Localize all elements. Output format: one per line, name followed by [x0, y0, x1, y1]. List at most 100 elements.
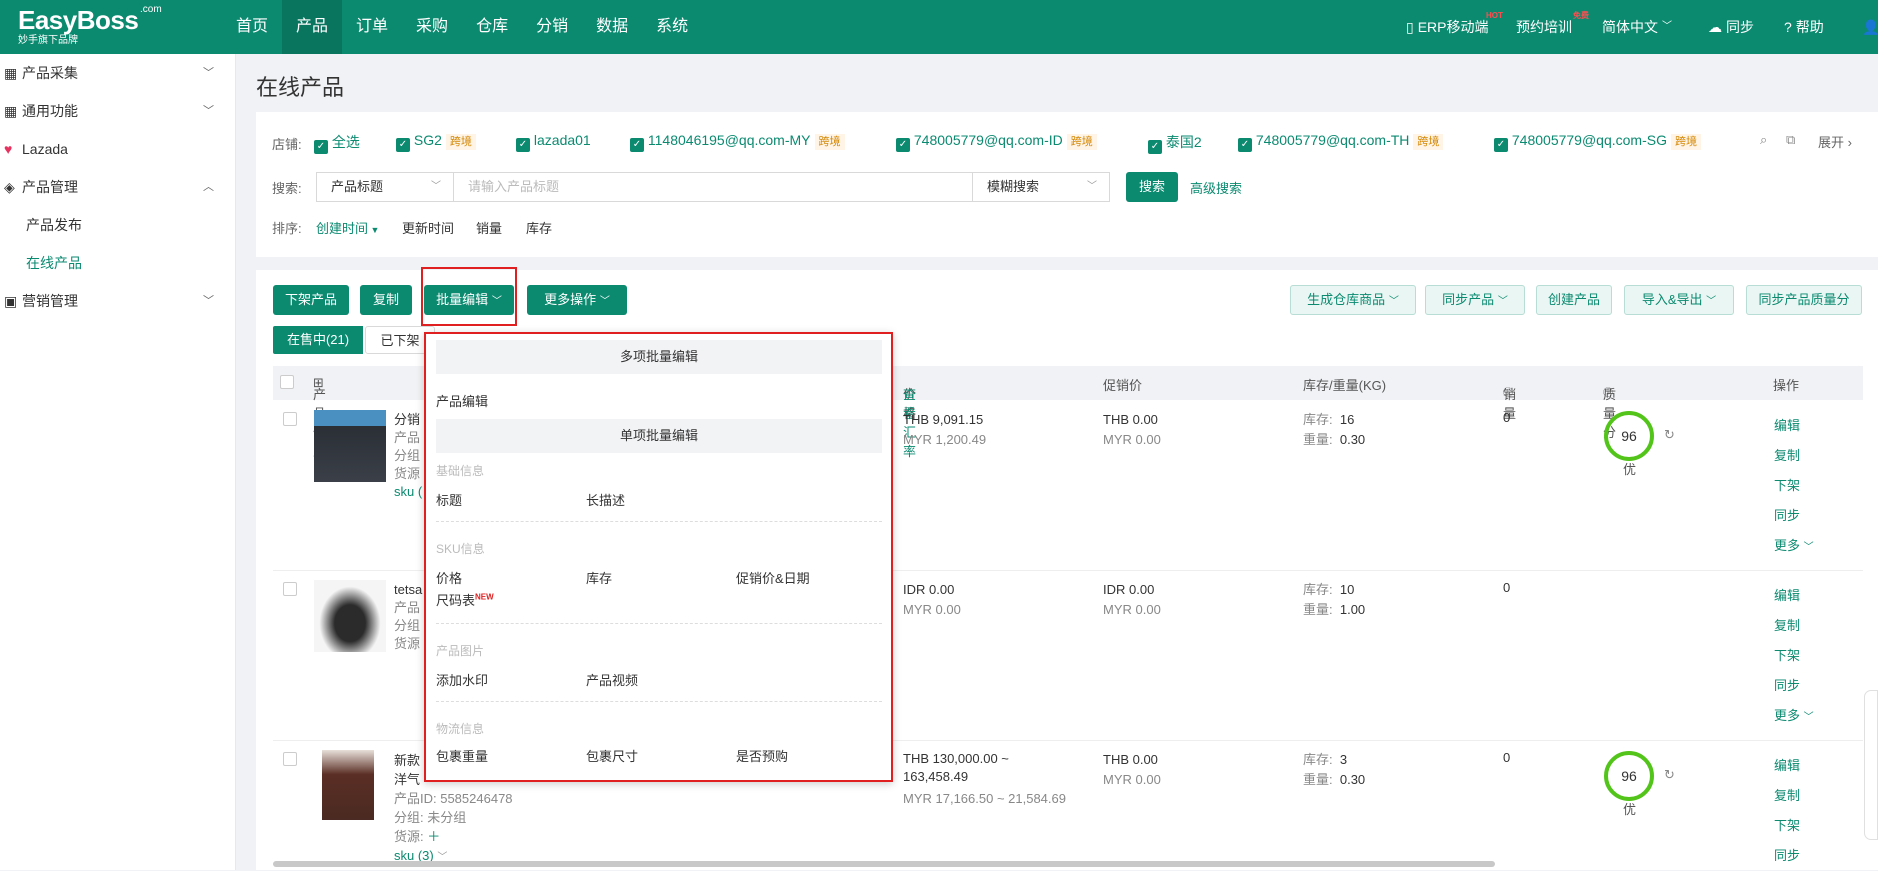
product-title[interactable]: 分销: [394, 411, 422, 429]
sidebar-item-publish[interactable]: 产品发布: [0, 206, 236, 244]
user-icon[interactable]: 👤: [1862, 0, 1878, 54]
tab-on-sale[interactable]: 在售中(21): [273, 326, 363, 354]
store-name: 748005779@qq.com-SG: [1511, 132, 1667, 148]
nav-purchase[interactable]: 采购: [402, 0, 462, 54]
sidebar-item-collect[interactable]: ▦ 产品采集 ﹀: [0, 54, 236, 92]
store-item[interactable]: ✓ 748005779@qq.com-ID 跨境: [896, 132, 1097, 152]
advanced-search-link[interactable]: 高级搜索: [1190, 178, 1242, 197]
store-item[interactable]: ✓ SG2 跨境: [396, 132, 476, 152]
header-checkbox[interactable]: [280, 375, 294, 389]
product-edit-item[interactable]: 产品编辑: [436, 391, 488, 410]
language-select[interactable]: 简体中文 ﹀: [1602, 0, 1672, 54]
sidebar-item-lazada[interactable]: ♥ Lazada: [0, 130, 236, 168]
search-button[interactable]: 搜索: [1126, 172, 1178, 202]
edit-stock-item[interactable]: 库存: [586, 568, 612, 587]
edit-price-item[interactable]: 价格: [436, 568, 462, 587]
sync-link[interactable]: ☁ 同步: [1708, 0, 1754, 54]
training-link[interactable]: 预约培训: [1516, 0, 1572, 54]
delist-button[interactable]: 下架产品: [273, 285, 349, 315]
store-select-all[interactable]: ✓ 全选: [314, 132, 360, 154]
help-link[interactable]: ? 帮助: [1784, 0, 1824, 54]
search-mode-select[interactable]: 模糊搜索 ﹀: [972, 172, 1110, 202]
promo-secondary: MYR 0.00: [1103, 432, 1161, 447]
sku-toggle[interactable]: sku (: [394, 483, 422, 501]
edit-promo-date-item[interactable]: 促销价&日期: [736, 568, 810, 587]
store-name: 748005779@qq.com-ID: [913, 132, 1063, 148]
delist-link[interactable]: 下架: [1774, 471, 1814, 501]
nav-order[interactable]: 订单: [342, 0, 402, 54]
nav-data[interactable]: 数据: [582, 0, 642, 54]
copy-link[interactable]: 复制: [1774, 611, 1814, 641]
nav-product[interactable]: 产品: [282, 0, 343, 54]
import-export-button[interactable]: 导入&导出 ﹀: [1624, 285, 1734, 315]
edit-size-chart-item[interactable]: 尺码表NEW: [436, 590, 494, 609]
edit-link[interactable]: 编辑: [1774, 581, 1814, 611]
copy-icon[interactable]: ⧉: [1786, 132, 1795, 148]
more-link[interactable]: 更多 ﹀: [1774, 531, 1814, 563]
sync-link[interactable]: 同步: [1774, 841, 1800, 871]
sync-quality-button[interactable]: 同步产品质量分: [1746, 285, 1862, 315]
sidebar-item-marketing[interactable]: ▣ 营销管理 ﹀: [0, 282, 236, 320]
copy-link[interactable]: 复制: [1774, 781, 1800, 811]
promo-secondary: MYR 0.00: [1103, 772, 1161, 787]
product-video-item[interactable]: 产品视频: [586, 670, 638, 689]
add-watermark-item[interactable]: 添加水印: [436, 670, 488, 689]
nav-warehouse[interactable]: 仓库: [462, 0, 522, 54]
edit-link[interactable]: 编辑: [1774, 411, 1814, 441]
more-ops-button[interactable]: 更多操作 ﹀: [527, 285, 627, 315]
generate-warehouse-button[interactable]: 生成仓库商品 ﹀: [1290, 285, 1416, 315]
erp-mobile-link[interactable]: ▯ ERP移动端: [1406, 0, 1489, 54]
create-product-button[interactable]: 创建产品: [1536, 285, 1612, 315]
package-size-item[interactable]: 包裹尺寸: [586, 746, 638, 765]
floating-side-tools[interactable]: [1864, 690, 1878, 840]
grid-icon: ▦: [4, 103, 18, 119]
product-thumbnail[interactable]: [314, 580, 386, 652]
caret-down-icon: ▼: [368, 225, 380, 235]
sidebar-item-product-mgmt[interactable]: ◈ 产品管理 ︿: [0, 168, 236, 206]
row-checkbox[interactable]: [283, 752, 297, 766]
store-item[interactable]: ✓ 泰国2: [1148, 132, 1202, 154]
sort-update-time[interactable]: 更新时间: [402, 218, 454, 237]
row-checkbox[interactable]: [283, 582, 297, 596]
copy-link[interactable]: 复制: [1774, 441, 1814, 471]
store-name: lazada01: [533, 132, 591, 148]
store-item[interactable]: ✓ 1148046195@qq.com-MY 跨境: [630, 132, 845, 152]
store-item[interactable]: ✓ 748005779@qq.com-TH 跨境: [1238, 132, 1444, 152]
refresh-icon[interactable]: ↻: [1664, 427, 1675, 443]
search-input[interactable]: 请输入产品标题: [453, 172, 973, 202]
logo[interactable]: EasyBoss .com 妙手旗下品牌: [18, 4, 162, 47]
refresh-icon[interactable]: ↻: [1664, 767, 1675, 783]
product-thumbnail[interactable]: [322, 750, 374, 820]
product-title[interactable]: tetsa: [394, 581, 422, 599]
search-field-select[interactable]: 产品标题 ﹀: [316, 172, 454, 202]
store-item[interactable]: ✓ 748005779@qq.com-SG 跨境: [1494, 132, 1701, 152]
delist-link[interactable]: 下架: [1774, 811, 1800, 841]
sidebar-item-online[interactable]: 在线产品: [0, 244, 236, 282]
sort-sales[interactable]: 销量: [476, 218, 502, 237]
sidebar-item-common[interactable]: ▦ 通用功能 ﹀: [0, 92, 236, 130]
sync-link[interactable]: 同步: [1774, 501, 1814, 531]
sync-product-button[interactable]: 同步产品 ﹀: [1425, 285, 1525, 315]
nav-system[interactable]: 系统: [642, 0, 702, 54]
add-icon[interactable]: ＋: [427, 829, 440, 844]
store-name: 748005779@qq.com-TH: [1255, 132, 1410, 148]
store-item[interactable]: ✓ lazada01: [516, 132, 591, 152]
expand-button[interactable]: 展开 ›: [1818, 132, 1852, 151]
product-thumbnail[interactable]: [314, 410, 386, 482]
sync-link[interactable]: 同步: [1774, 671, 1814, 701]
delist-link[interactable]: 下架: [1774, 641, 1814, 671]
horizontal-scrollbar[interactable]: [273, 861, 1495, 867]
copy-button[interactable]: 复制: [360, 285, 412, 315]
edit-title-item[interactable]: 标题: [436, 490, 462, 509]
row-checkbox[interactable]: [283, 412, 297, 426]
edit-link[interactable]: 编辑: [1774, 751, 1800, 781]
nav-home[interactable]: 首页: [222, 0, 282, 54]
nav-distribution[interactable]: 分销: [522, 0, 582, 54]
edit-long-desc-item[interactable]: 长描述: [586, 490, 625, 509]
search-icon[interactable]: ⌕: [1760, 132, 1767, 148]
sort-stock[interactable]: 库存: [526, 218, 552, 237]
package-weight-item[interactable]: 包裹重量: [436, 746, 488, 765]
sort-create-time[interactable]: 创建时间 ▼: [316, 218, 379, 237]
more-link[interactable]: 更多 ﹀: [1774, 701, 1814, 733]
preorder-item[interactable]: 是否预购: [736, 746, 788, 765]
